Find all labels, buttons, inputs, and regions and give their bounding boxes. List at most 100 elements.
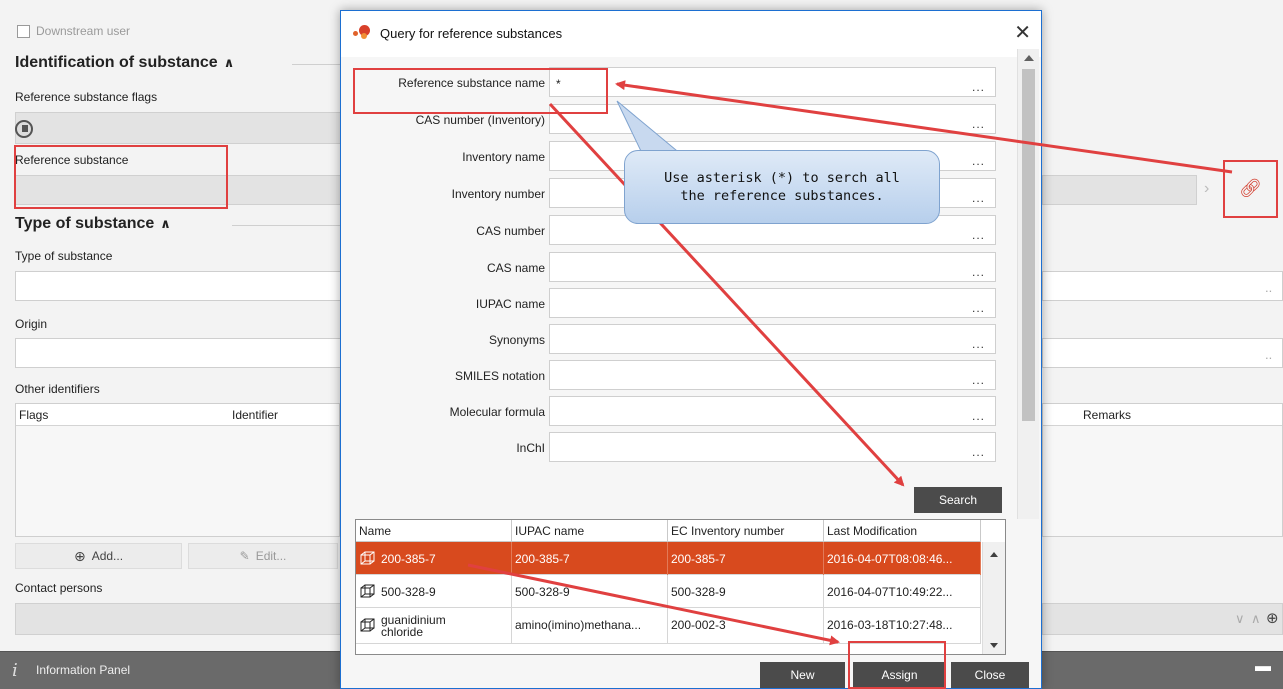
contact-persons-field[interactable] xyxy=(15,603,342,635)
other-identifiers-grid-right: Remarks xyxy=(1042,403,1283,537)
form-row: Molecular formula... xyxy=(341,396,1001,426)
cell-iupac: 200-385-7 xyxy=(512,542,668,575)
scroll-up-icon[interactable] xyxy=(990,552,998,557)
origin-field[interactable] xyxy=(15,338,342,368)
ellipsis-button[interactable]: ... xyxy=(972,154,985,168)
type-of-substance-field[interactable] xyxy=(15,271,342,301)
cell-name: 500-328-9 xyxy=(356,575,512,608)
table-row[interactable]: 500-328-9 500-328-9 500-328-9 2016-04-07… xyxy=(356,575,981,608)
col-last-modification[interactable]: Last Modification xyxy=(824,520,981,542)
results-table: Name IUPAC name EC Inventory number Last… xyxy=(355,519,1006,655)
ellipsis-button[interactable]: ... xyxy=(972,301,985,315)
grid-col-flags[interactable]: Flags xyxy=(19,408,48,422)
molecule-icon xyxy=(360,584,375,597)
cell-iupac: amino(imino)methana... xyxy=(512,608,668,644)
field-input[interactable]: ... xyxy=(549,432,996,462)
ellipsis-button[interactable]: ... xyxy=(972,409,985,423)
results-header: Name IUPAC name EC Inventory number Last… xyxy=(356,520,981,542)
search-button[interactable]: Search xyxy=(914,487,1002,513)
other-identifiers-grid: Flags Identifier xyxy=(15,403,340,537)
close-button[interactable]: Close xyxy=(951,662,1029,688)
origin-label: Origin xyxy=(15,317,48,331)
new-button[interactable]: New xyxy=(760,662,845,688)
field-label: CAS number (Inventory) xyxy=(415,113,545,127)
field-input[interactable]: ... xyxy=(549,360,996,390)
field-input[interactable]: ... xyxy=(549,288,996,318)
scroll-down-icon[interactable] xyxy=(990,643,998,648)
ellipsis-button[interactable]: ... xyxy=(972,265,985,279)
downstream-user-checkbox[interactable] xyxy=(17,25,30,38)
chevron-up-icon[interactable]: ∧ xyxy=(1251,611,1261,627)
field-input[interactable]: *... xyxy=(549,67,996,97)
plus-circle-icon[interactable]: ⊕ xyxy=(1266,609,1279,627)
asterisk-tip-callout: Use asterisk (*) to serch all the refere… xyxy=(624,150,940,224)
cell-ec: 200-002-3 xyxy=(668,608,824,644)
col-iupac-name[interactable]: IUPAC name xyxy=(512,520,668,542)
field-label: IUPAC name xyxy=(475,297,545,311)
ellipsis-icon[interactable]: .. xyxy=(1265,280,1272,295)
grid-col-identifier[interactable]: Identifier xyxy=(232,408,278,422)
divider xyxy=(292,64,342,65)
results-scrollbar[interactable] xyxy=(982,542,1005,654)
field-label: CAS name xyxy=(486,261,545,275)
grid-col-remarks[interactable]: Remarks xyxy=(1083,408,1131,422)
chevron-up-icon: ∧ xyxy=(160,216,171,231)
form-row: InChI... xyxy=(341,432,1001,462)
ellipsis-button[interactable]: ... xyxy=(972,337,985,351)
dialog-title: Query for reference substances xyxy=(380,26,563,41)
add-button[interactable]: ⊕ Add... xyxy=(15,543,182,569)
section-type-title[interactable]: Type of substance ∧ xyxy=(15,215,171,233)
reference-substance-field-right xyxy=(1042,175,1197,205)
edit-button[interactable]: ✎ Edit... xyxy=(188,543,338,569)
col-ec-inventory-number[interactable]: EC Inventory number xyxy=(668,520,824,542)
field-input[interactable]: ... xyxy=(549,104,996,134)
minimize-icon[interactable]: ▬ xyxy=(1255,658,1271,676)
type-of-substance-field-right xyxy=(1042,271,1283,301)
type-of-substance-label: Type of substance xyxy=(15,249,113,263)
link-highlight-box xyxy=(1223,160,1278,218)
flag-icon[interactable] xyxy=(15,120,33,138)
downstream-user-label: Downstream user xyxy=(36,24,131,38)
cell-name: 200-385-7 xyxy=(356,542,512,575)
field-label: InChI xyxy=(516,441,545,455)
form-row: Synonyms... xyxy=(341,324,1001,354)
cell-name: guanidinium chloride xyxy=(356,608,512,644)
assign-highlight-box xyxy=(848,641,946,689)
table-row[interactable]: guanidinium chloride amino(imino)methana… xyxy=(356,608,981,644)
pencil-icon: ✎ xyxy=(239,549,250,563)
scroll-up-icon[interactable] xyxy=(1024,55,1034,61)
cell-iupac: 500-328-9 xyxy=(512,575,668,608)
ellipsis-button[interactable]: ... xyxy=(972,191,985,205)
field-input[interactable]: ... xyxy=(549,252,996,282)
cell-name-text: guanidinium chloride xyxy=(381,614,446,638)
info-icon: i xyxy=(12,660,18,681)
col-name[interactable]: Name xyxy=(356,520,512,542)
field-label: Synonyms xyxy=(488,333,545,347)
field-label: Inventory name xyxy=(462,150,545,164)
dialog-scrollbar[interactable] xyxy=(1017,49,1039,519)
cell-modified: 2016-04-07T10:49:22... xyxy=(824,575,981,608)
scroll-thumb[interactable] xyxy=(1022,69,1035,421)
plus-circle-icon: ⊕ xyxy=(73,547,86,564)
molecule-icon xyxy=(360,618,375,632)
close-icon[interactable]: ✕ xyxy=(1014,20,1031,45)
field-label: SMILES notation xyxy=(454,369,545,383)
chevron-down-icon[interactable]: ∨ xyxy=(1235,611,1245,627)
ellipsis-button[interactable]: ... xyxy=(972,80,985,94)
field-input[interactable]: ... xyxy=(549,324,996,354)
form-row: SMILES notation... xyxy=(341,360,1001,390)
ellipsis-icon[interactable]: .. xyxy=(1265,347,1272,362)
ellipsis-button[interactable]: ... xyxy=(972,117,985,131)
grid-header-right: Remarks xyxy=(1043,404,1282,426)
divider xyxy=(232,225,342,226)
section-identification-title[interactable]: Identification of substance ∧ xyxy=(15,54,234,72)
ellipsis-button[interactable]: ... xyxy=(972,373,985,387)
table-row[interactable]: 200-385-7 200-385-7 200-385-7 2016-04-07… xyxy=(356,542,981,575)
cell-name-line2: chloride xyxy=(381,625,424,639)
chevron-right-icon[interactable]: › xyxy=(1204,180,1209,198)
cell-ec: 500-328-9 xyxy=(668,575,824,608)
ellipsis-button[interactable]: ... xyxy=(972,228,985,242)
ellipsis-button[interactable]: ... xyxy=(972,445,985,459)
flags-bar xyxy=(15,112,342,144)
field-input[interactable]: ... xyxy=(549,396,996,426)
